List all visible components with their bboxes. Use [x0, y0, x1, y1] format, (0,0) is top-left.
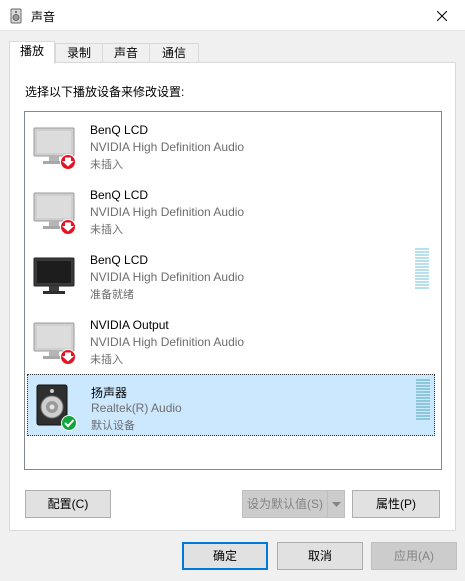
device-item[interactable]: BenQ LCD NVIDIA High Definition Audio 未插…: [27, 114, 435, 176]
speaker-default-icon: [33, 383, 81, 431]
volume-level-meter: [416, 379, 430, 421]
cancel-button[interactable]: 取消: [277, 542, 363, 570]
device-driver: NVIDIA High Definition Audio: [90, 270, 245, 284]
window-title: 声音: [31, 10, 56, 24]
device-name: BenQ LCD: [90, 123, 149, 137]
device-item-selected[interactable]: 扬声器 Realtek(R) Audio 默认设备: [27, 374, 435, 436]
set-default-dropdown[interactable]: [327, 491, 344, 517]
volume-level-meter: [415, 248, 429, 290]
device-status: 准备就绪: [90, 289, 134, 301]
speaker-icon: [8, 8, 24, 24]
device-item[interactable]: BenQ LCD NVIDIA High Definition Audio 准备…: [27, 244, 435, 306]
playback-panel: 选择以下播放设备来修改设置: BenQ LCD NVIDIA High Defi…: [9, 62, 456, 531]
device-list[interactable]: BenQ LCD NVIDIA High Definition Audio 未插…: [24, 111, 442, 470]
tab-communications[interactable]: 通信: [149, 43, 199, 63]
tab-recording[interactable]: 录制: [55, 43, 103, 63]
device-status: 未插入: [90, 354, 123, 366]
properties-button[interactable]: 属性(P): [352, 490, 440, 518]
device-status: 默认设备: [91, 420, 135, 432]
set-default-label: 设为默认值(S): [247, 497, 323, 511]
device-item[interactable]: NVIDIA Output NVIDIA High Definition Aud…: [27, 309, 435, 371]
device-name: BenQ LCD: [90, 188, 149, 202]
device-name: BenQ LCD: [90, 253, 149, 267]
configure-button[interactable]: 配置(C): [25, 490, 111, 518]
device-driver: NVIDIA High Definition Audio: [90, 140, 245, 154]
device-driver: NVIDIA High Definition Audio: [90, 335, 245, 349]
device-name: NVIDIA Output: [90, 318, 169, 332]
device-driver: NVIDIA High Definition Audio: [90, 205, 245, 219]
device-name: 扬声器: [91, 386, 128, 400]
apply-button[interactable]: 应用(A): [371, 542, 457, 570]
device-status: 未插入: [90, 159, 123, 171]
tab-sounds[interactable]: 声音: [102, 43, 150, 63]
device-driver: Realtek(R) Audio: [91, 401, 182, 415]
monitor-ready-icon: [32, 252, 80, 300]
close-button[interactable]: [419, 0, 465, 31]
monitor-disconnected-icon: [32, 187, 80, 235]
monitor-disconnected-icon: [32, 122, 80, 170]
close-icon: [437, 10, 447, 21]
device-status: 未插入: [90, 224, 123, 236]
instruction-text: 选择以下播放设备来修改设置:: [25, 85, 185, 99]
chevron-down-icon: [331, 501, 341, 507]
title-bar: 声音: [0, 0, 465, 31]
set-default-button[interactable]: 设为默认值(S): [242, 490, 345, 518]
monitor-disconnected-icon: [32, 317, 80, 365]
device-item[interactable]: BenQ LCD NVIDIA High Definition Audio 未插…: [27, 179, 435, 241]
tab-playback[interactable]: 播放: [9, 41, 55, 64]
ok-button[interactable]: 确定: [182, 542, 268, 570]
